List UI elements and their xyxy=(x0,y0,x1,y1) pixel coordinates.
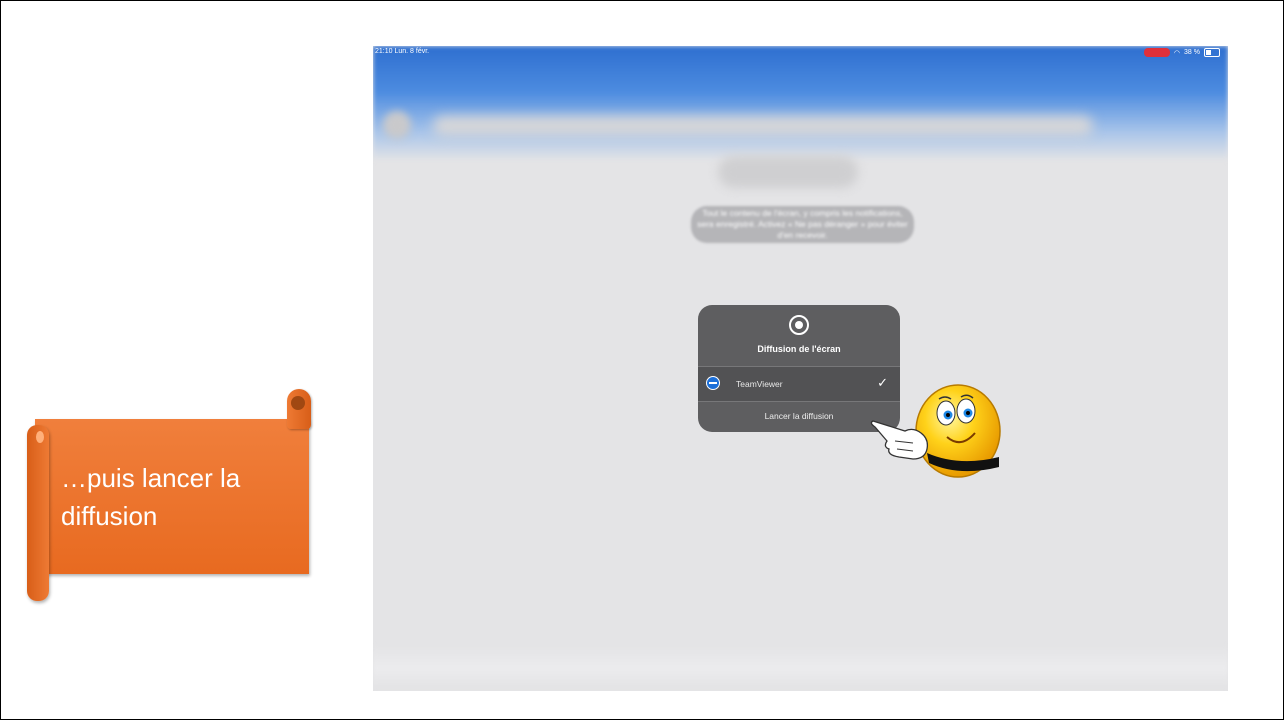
scroll-left-hole xyxy=(36,431,44,443)
status-indicators: ◠ 38 % xyxy=(1143,48,1220,57)
teamviewer-icon xyxy=(706,376,720,390)
callout-scroll: …puis lancer la diffusion xyxy=(27,389,317,604)
blurred-search-bar xyxy=(433,116,1093,136)
battery-icon xyxy=(1204,48,1220,57)
blurred-notice: Tout le contenu de l'écran, y compris le… xyxy=(691,206,914,243)
slide: …puis lancer la diffusion 21:10 Lun. 8 f… xyxy=(0,0,1284,720)
mic-recording-icon xyxy=(1143,48,1170,57)
option-label: TeamViewer xyxy=(736,379,783,389)
blurred-record-pill xyxy=(718,156,858,188)
pointing-smiley-icon xyxy=(870,384,1001,478)
blurred-top-bar xyxy=(373,46,1228,161)
scroll-left-curl xyxy=(27,425,49,601)
blurred-back-button xyxy=(383,111,411,139)
scroll-right-hole xyxy=(291,396,305,410)
modal-title: Diffusion de l'écran xyxy=(757,344,841,354)
wifi-icon: ◠ xyxy=(1173,49,1181,57)
status-time-date: 21:10 Lun. 8 févr. xyxy=(375,48,430,55)
ipad-screenshot: 21:10 Lun. 8 févr. ◠ 38 % Tout le conten… xyxy=(373,46,1228,691)
battery-percent: 38 % xyxy=(1184,49,1200,56)
callout-text: …puis lancer la diffusion xyxy=(61,463,241,531)
blurred-bottom-bar xyxy=(373,646,1228,691)
record-icon xyxy=(789,315,809,335)
